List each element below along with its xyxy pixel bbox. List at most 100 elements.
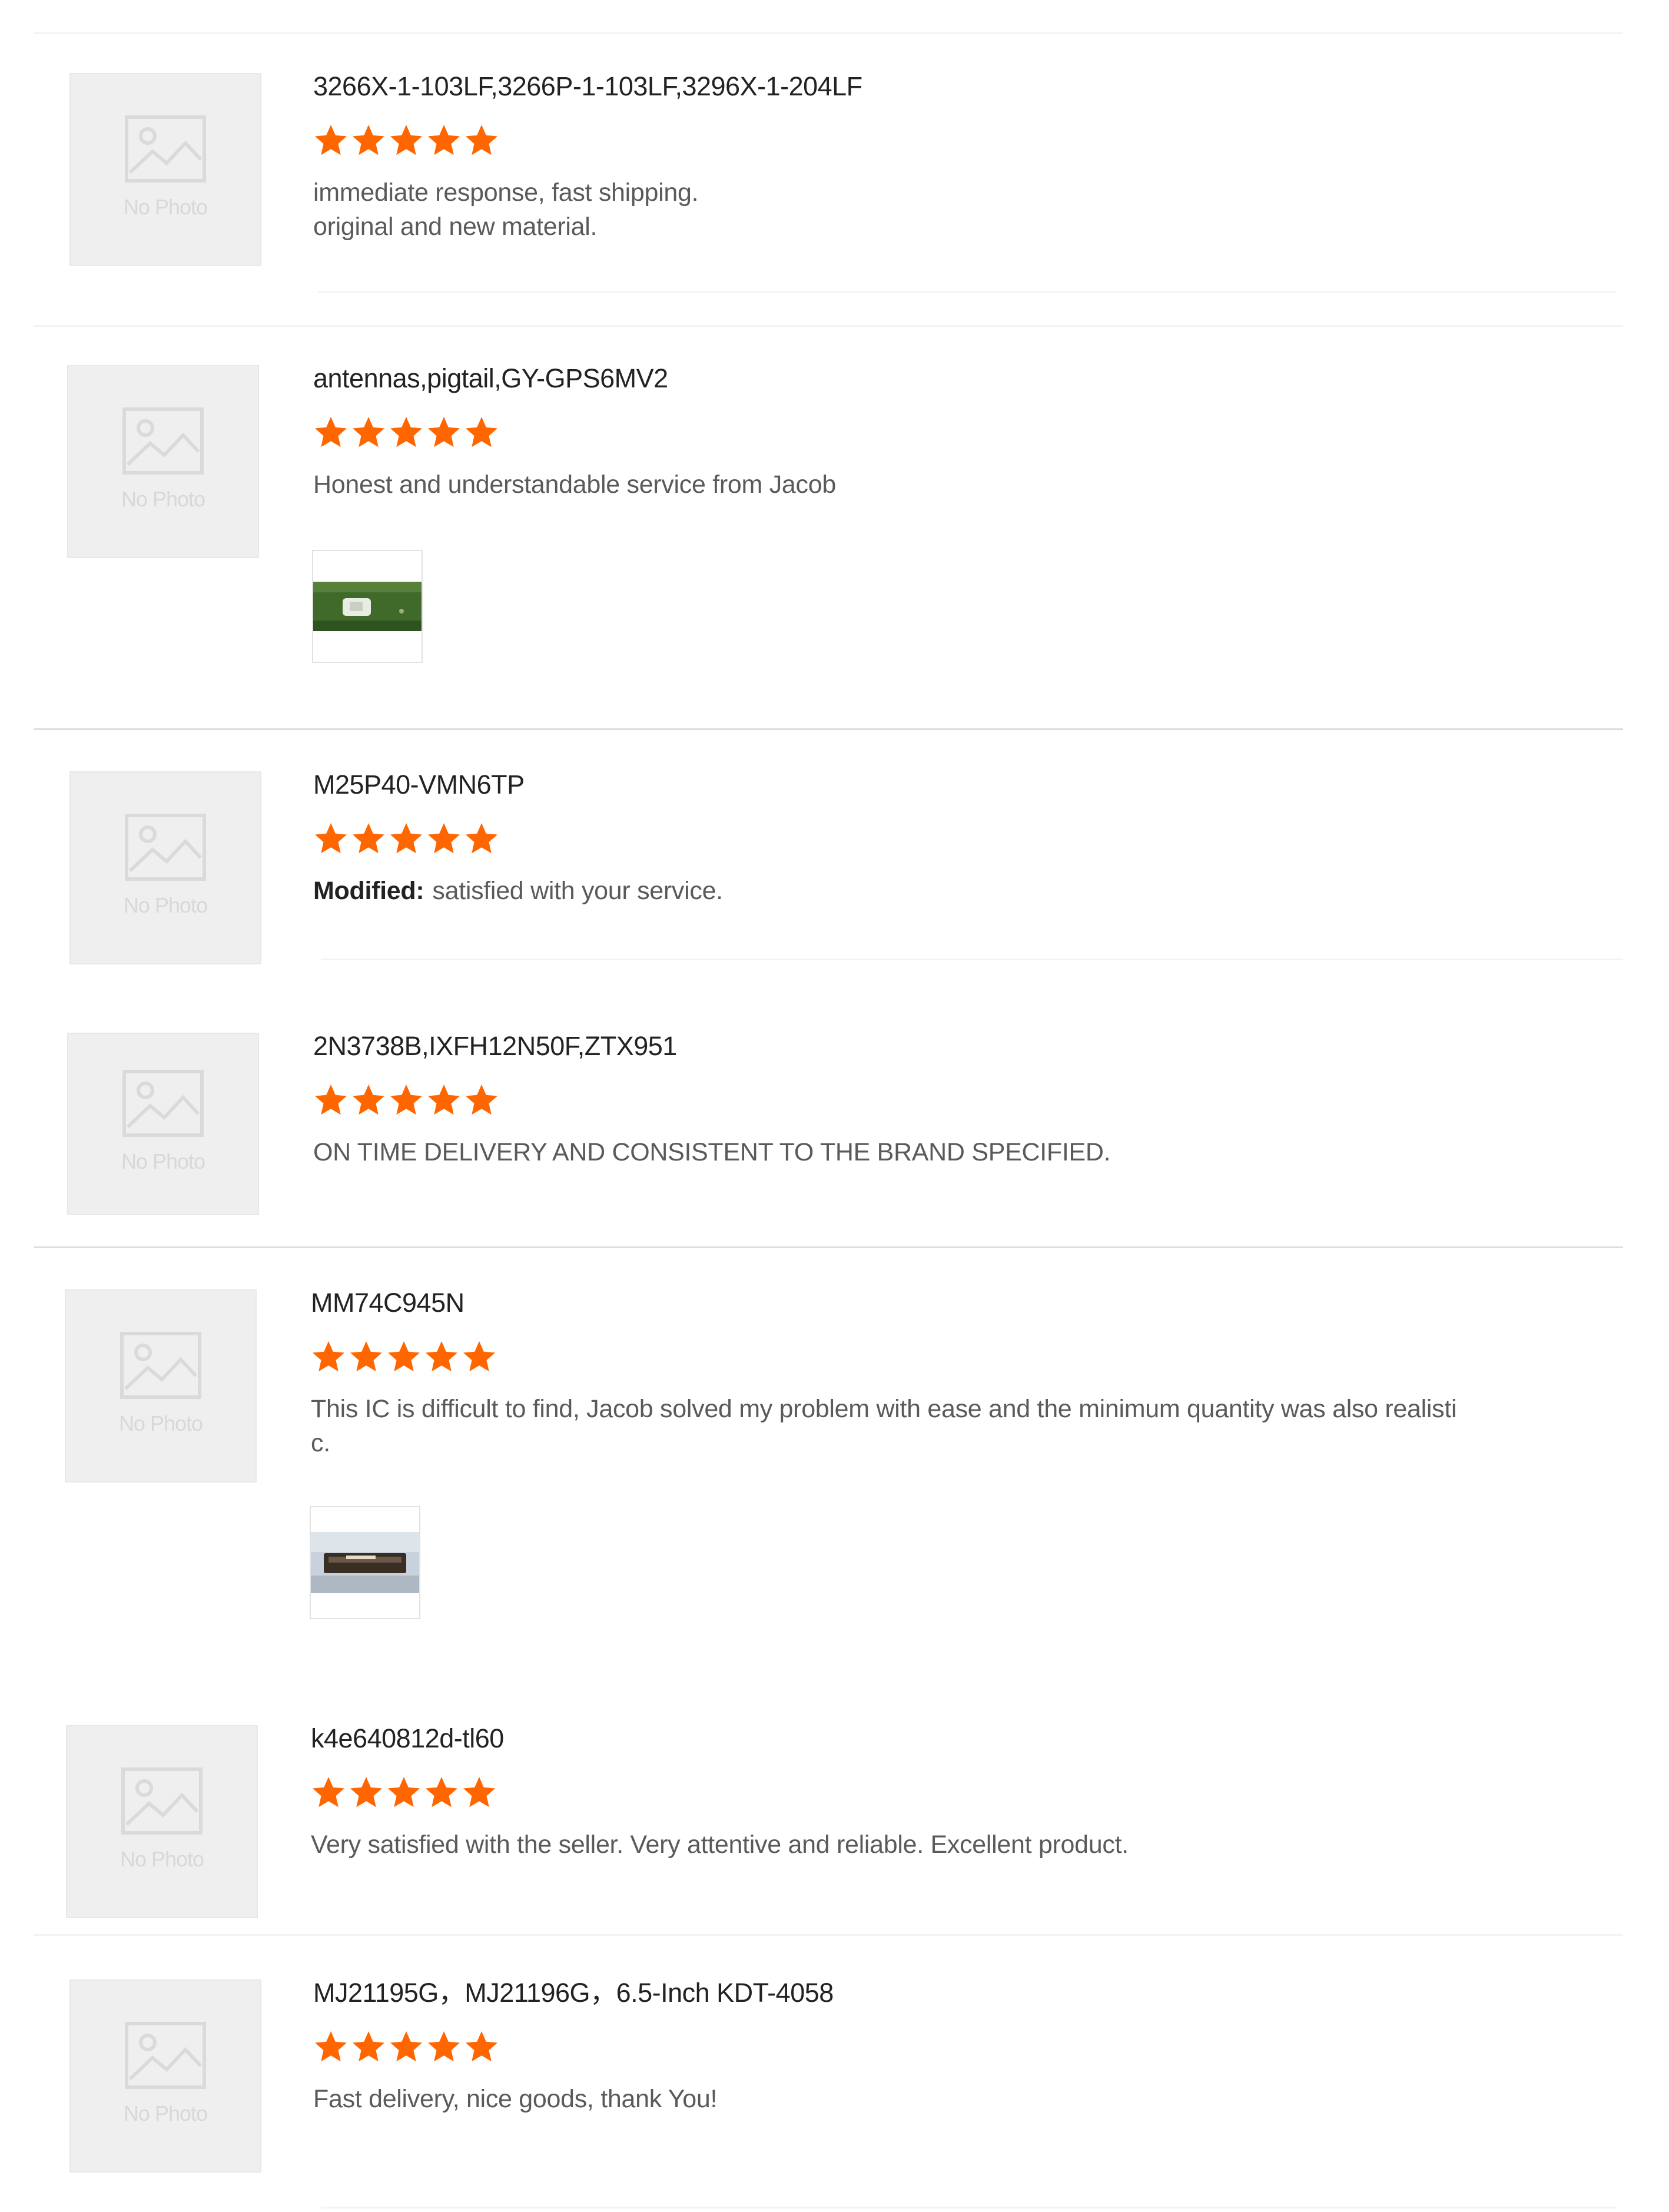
divider [321,2207,1616,2208]
review-content: 2N3738B,IXFH12N50F,ZTX951 ON TIME DELIVE… [313,1032,1622,1169]
star-icon [426,122,462,158]
image-placeholder-icon [120,1332,201,1399]
star-rating [313,821,1622,856]
star-icon [349,1339,384,1374]
review-comment: ON TIME DELIVERY AND CONSISTENT TO THE B… [313,1135,1622,1169]
review-content: 3266X-1-103LF,3266P-1-103LF,3296X-1-204L… [313,72,1622,244]
no-photo-label: No Photo [123,195,208,219]
comment-line: original and new material. [313,212,598,241]
star-icon [313,122,349,158]
review-comment: This IC is difficult to find, Jacob solv… [311,1392,1622,1460]
product-title[interactable]: k4e640812d-tl60 [311,1724,1622,1753]
review-photo-attachment[interactable] [312,550,423,663]
star-icon [464,2029,499,2064]
no-photo-label: No Photo [123,893,208,917]
star-icon [351,821,386,856]
star-rating [311,1775,1622,1810]
star-icon [351,2029,386,2064]
star-icon [313,821,349,856]
star-icon [426,1082,462,1117]
product-title[interactable]: 2N3738B,IXFH12N50F,ZTX951 [313,1032,1622,1061]
star-icon [311,1339,346,1374]
product-thumbnail[interactable]: No Photo [67,365,259,558]
comment-line: This IC is difficult to find, Jacob solv… [311,1394,1457,1423]
star-icon [351,122,386,158]
star-rating [313,122,1622,158]
review-comment: Very satisfied with the seller. Very att… [311,1828,1622,1862]
star-rating [313,414,1622,450]
review-content: M25P40-VMN6TP Modified: satisfied with yo… [313,770,1622,908]
comment-line: Modified: satisfied with your service. [313,874,1622,908]
product-title[interactable]: MJ21195G，MJ21196G，6.5-Inch KDT-4058 [313,1978,1622,2008]
star-icon [424,1775,459,1810]
divider [34,1246,1623,1248]
product-title[interactable]: MM74C945N [311,1288,1622,1318]
comment-line: ON TIME DELIVERY AND CONSISTENT TO THE B… [313,1137,1111,1166]
star-rating [313,2029,1622,2064]
product-title[interactable]: M25P40-VMN6TP [313,770,1622,800]
no-photo-label: No Photo [118,1411,203,1435]
review-comment: Modified: satisfied with your service. [313,874,1622,908]
comment-line: c. [311,1428,330,1457]
no-photo-label: No Photo [121,1149,205,1173]
star-icon [426,2029,462,2064]
product-title[interactable]: 3266X-1-103LF,3266P-1-103LF,3296X-1-204L… [313,72,1622,101]
star-rating [311,1339,1622,1374]
star-icon [313,414,349,450]
image-placeholder-icon [122,407,204,475]
review-photo-attachment[interactable] [310,1506,420,1619]
star-icon [464,821,499,856]
product-title[interactable]: antennas,pigtail,GY-GPS6MV2 [313,364,1622,393]
star-icon [386,1339,422,1374]
review-comment: Fast delivery, nice goods, thank You! [313,2082,1622,2116]
review-comment: Honest and understandable service from J… [313,467,1622,502]
comment-line: Honest and understandable service from J… [313,470,836,499]
star-icon [386,1775,422,1810]
comment-line: Very satisfied with the seller. Very att… [311,1830,1129,1859]
star-icon [389,122,424,158]
image-placeholder-icon [125,2022,206,2089]
product-thumbnail[interactable]: No Photo [69,1979,261,2173]
star-icon [389,414,424,450]
ic-chip-photo [311,1532,419,1593]
product-thumbnail[interactable]: No Photo [65,1289,257,1483]
star-icon [349,1775,384,1810]
no-photo-label: No Photo [123,2101,208,2125]
star-icon [464,1082,499,1117]
no-photo-label: No Photo [120,1847,204,1871]
star-icon [311,1775,346,1810]
star-icon [389,2029,424,2064]
star-icon [462,1339,497,1374]
star-icon [464,122,499,158]
review-content: k4e640812d-tl60 Very satisfied with the … [311,1724,1622,1862]
divider [34,728,1623,730]
product-thumbnail[interactable]: No Photo [69,771,261,964]
no-photo-label: No Photo [121,487,205,511]
review-content: antennas,pigtail,GY-GPS6MV2 Honest and u… [313,364,1622,502]
divider [34,1934,1623,1936]
comment-text: satisfied with your service. [432,876,723,905]
star-icon [462,1775,497,1810]
star-icon [426,821,462,856]
star-icon [424,1339,459,1374]
product-thumbnail[interactable]: No Photo [67,1033,259,1215]
product-thumbnail[interactable]: No Photo [69,73,261,266]
star-icon [313,2029,349,2064]
reviews-page: No Photo 3266X-1-103LF,3266P-1-103LF,329… [0,0,1669,2212]
image-placeholder-icon [122,1070,204,1137]
image-placeholder-icon [125,814,206,881]
star-icon [389,821,424,856]
star-icon [426,414,462,450]
review-content: MM74C945N This IC is difficult to find, … [311,1288,1622,1460]
star-rating [313,1082,1622,1117]
divider [34,32,1623,34]
star-icon [464,414,499,450]
divider [34,325,1623,327]
comment-line: immediate response, fast shipping. [313,178,699,207]
modified-label: Modified: [313,876,424,905]
product-thumbnail[interactable]: No Photo [66,1725,258,1918]
image-placeholder-icon [121,1767,203,1835]
image-placeholder-icon [125,115,206,183]
star-icon [313,1082,349,1117]
review-comment: immediate response, fast shipping. origi… [313,175,1622,244]
